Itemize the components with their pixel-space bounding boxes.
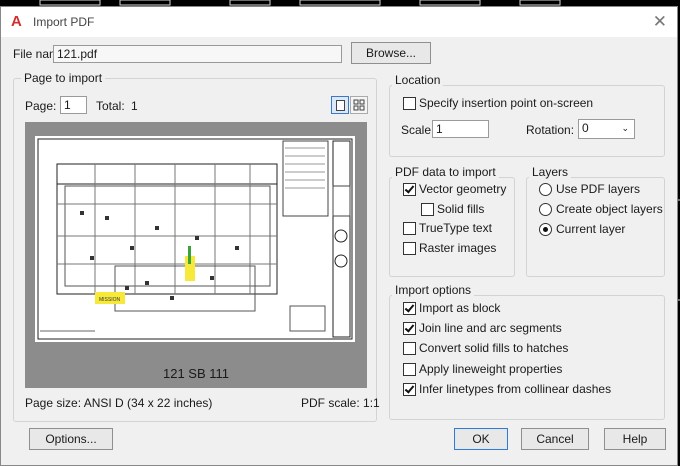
help-button[interactable]: Help [604,428,666,450]
scale-label: Scale: [401,123,435,137]
vector-geometry-checkbox[interactable] [403,183,416,196]
ok-button[interactable]: OK [454,428,508,450]
pdf-scale-text: PDF scale: 1:1 [301,396,380,410]
truetype-text-checkbox[interactable] [403,222,416,235]
solid-fills-label: Solid fills [437,202,485,216]
vector-geometry-label: Vector geometry [419,182,507,196]
specify-insertion-checkbox[interactable] [403,97,416,110]
total-label: Total: [96,99,125,113]
convert-fills-label: Convert solid fills to hatches [419,341,569,355]
truetype-text-label: TrueType text [419,221,492,235]
lineweight-checkbox[interactable] [403,363,416,376]
specify-insertion-label: Specify insertion point on-screen [419,96,594,110]
page-size-text: Page size: ANSI D (34 x 22 inches) [25,396,213,410]
yellow-note-text: MISSION [99,297,121,303]
solid-fills-checkbox[interactable] [421,203,434,216]
import-pdf-dialog: A Import PDF ✕ File name: 121.pdf Browse… [0,6,678,466]
infer-linetypes-checkbox[interactable] [403,383,416,396]
floor-plan-drawing: MISSION [37,138,353,340]
layers-heading: Layers [529,165,572,179]
infer-linetypes-label: Infer linetypes from collinear dashes [419,382,612,396]
convert-fills-checkbox[interactable] [403,342,416,355]
autocad-a-icon: A [11,13,22,30]
use-pdf-layers-label: Use PDF layers [556,182,641,196]
title-bar: A Import PDF ✕ [1,7,677,37]
pdf-data-heading: PDF data to import [392,165,499,179]
page-to-import-heading: Page to import [21,71,106,85]
total-value: 1 [131,99,138,113]
drawing-sheet-thumbnail: MISSION [35,136,355,342]
rotation-dropdown[interactable]: 0 ⌄ [578,119,635,139]
scale-field[interactable]: 1 [432,120,489,138]
dialog-title: Import PDF [33,15,95,29]
current-layer-label: Current layer [556,222,626,236]
thumbnail-grid-icon[interactable] [350,96,368,114]
lineweight-label: Apply lineweight properties [419,362,563,376]
cancel-button[interactable]: Cancel [521,428,589,450]
import-as-block-checkbox[interactable] [403,302,416,315]
import-as-block-label: Import as block [419,301,501,315]
page-preview: MISSION 121 SB 111 [25,122,367,388]
create-object-layers-radio[interactable] [539,203,552,216]
close-icon[interactable]: ✕ [653,12,667,32]
import-options-heading: Import options [392,283,475,297]
create-object-layers-label: Create object layers [556,202,663,216]
location-heading: Location [392,73,444,87]
raster-images-label: Raster images [419,241,497,255]
green-marker [188,246,191,264]
page-label: Page: [25,99,57,113]
file-name-field[interactable]: 121.pdf [53,45,342,63]
join-segments-checkbox[interactable] [403,322,416,335]
chevron-down-icon: ⌄ [621,123,629,133]
browse-button[interactable]: Browse... [351,42,431,64]
rotation-value: 0 [582,121,589,135]
rotation-label: Rotation: [526,123,575,137]
page-number-field[interactable]: 1 [60,96,87,114]
raster-images-checkbox[interactable] [403,242,416,255]
options-button[interactable]: Options... [29,428,113,450]
join-segments-label: Join line and arc segments [419,321,562,335]
preview-caption: 121 SB 111 [162,366,229,381]
single-page-view-icon[interactable] [331,96,349,114]
use-pdf-layers-radio[interactable] [539,183,552,196]
current-layer-radio[interactable] [539,223,552,236]
